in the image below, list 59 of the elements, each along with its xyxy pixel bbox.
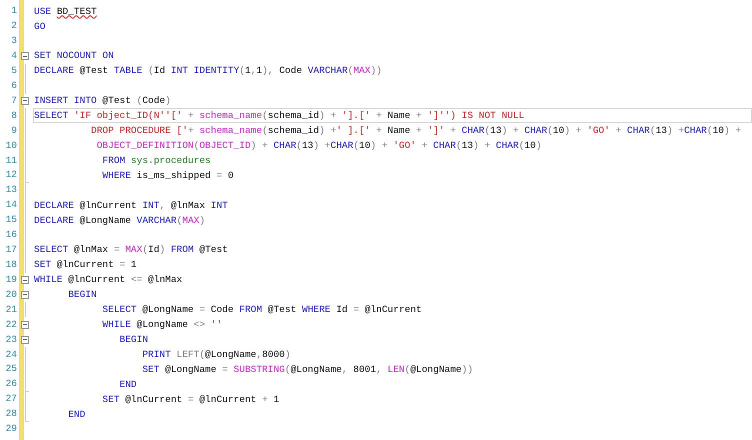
code-line: SET NOCOUNT ON: [34, 51, 114, 61]
line-number: 25: [4, 362, 18, 376]
collapse-icon[interactable]: [21, 320, 29, 329]
line-number: 16: [4, 228, 18, 242]
collapse-icon[interactable]: [21, 290, 29, 299]
line-number: 2: [10, 19, 18, 34]
code-line: DECLARE @lnCurrent INT, @lnMax INT: [34, 200, 228, 210]
line-number: 28: [4, 407, 18, 422]
line-number: 15: [4, 213, 18, 228]
line-number: 14: [4, 198, 18, 212]
collapse-icon[interactable]: [21, 96, 29, 105]
line-number: 8: [10, 108, 18, 123]
code-line: BEGIN: [67, 290, 97, 300]
code-line: SELECT @lnMax = MAX(Id) FROM @Test: [34, 245, 228, 255]
code-line: PRINT LEFT(@LongName,8000): [141, 350, 291, 360]
line-number: 5: [10, 64, 18, 78]
line-number: 21: [4, 302, 18, 317]
line-number: 4: [10, 49, 18, 64]
line-number: 20: [4, 288, 18, 302]
line-number: 11: [4, 154, 18, 168]
line-number: 26: [4, 377, 18, 392]
code-line: DROP PROCEDURE ['+ schema_name(schema_id) +' ].[' + Name + ']' + CHAR(13) + CHAR(10) + 'GO' + CHAR(13) +CHAR(10) +: [90, 126, 742, 136]
code-line: SET @lnCurrent = 1: [34, 260, 137, 270]
line-number: 24: [4, 348, 18, 362]
code-line: END: [118, 380, 137, 390]
line-number: 10: [4, 138, 18, 153]
line-number: 13: [4, 183, 18, 198]
line-number: 29: [4, 422, 18, 436]
line-number: 12: [4, 168, 18, 182]
code-line: WHILE @LongName <> '': [101, 320, 222, 330]
code-line: SELECT 'IF object_ID(N''[' + schema_name(schema_id) + '].[' + Name + ']'') IS NOT NULL: [34, 111, 524, 121]
line-number: 27: [4, 392, 18, 406]
code-line: FROM sys.procedures: [101, 156, 211, 166]
collapse-icon[interactable]: [21, 52, 29, 60]
code-line: OBJECT_DEFINITION(OBJECT_ID) + CHAR(13) +CHAR(10) + 'GO' + CHAR(13) + CHAR(10): [96, 141, 542, 150]
line-number: 19: [4, 272, 18, 287]
line-number: 3: [10, 34, 18, 48]
collapse-icon[interactable]: [21, 276, 29, 284]
line-number: 7: [10, 94, 18, 108]
line-number: 1: [10, 4, 18, 18]
code-line: SET @lnCurrent = @lnCurrent + 1: [101, 394, 280, 404]
code-line: WHERE is_ms_shipped = 0: [101, 170, 234, 180]
line-number: 22: [4, 318, 18, 332]
line-number: 23: [4, 332, 18, 347]
code-line: END: [67, 410, 86, 420]
code-line: DECLARE @Test TABLE (Id INT IDENTITY(1,1), Code VARCHAR(MAX)): [34, 66, 382, 76]
code-line: WHILE @lnCurrent <= @lnMax: [34, 275, 182, 285]
code-line: BEGIN: [118, 334, 148, 344]
collapse-icon[interactable]: [21, 336, 29, 344]
code-line: INSERT INTO @Test (Code): [34, 96, 171, 106]
line-number: 18: [4, 258, 18, 272]
code-line: GO: [34, 22, 46, 32]
line-number: 9: [10, 124, 18, 138]
code-line: USE BD_TEST: [34, 6, 97, 16]
code-line: SELECT @LongName = Code FROM @Test WHERE Id = @lnCurrent: [101, 305, 422, 315]
code-line: SET @LongName = SUBSTRING(@LongName, 8001, LEN(@LongName)): [141, 364, 474, 374]
code-line: DECLARE @LongName VARCHAR(MAX): [34, 216, 206, 226]
line-number: 17: [4, 243, 18, 258]
line-number: 6: [10, 78, 18, 93]
